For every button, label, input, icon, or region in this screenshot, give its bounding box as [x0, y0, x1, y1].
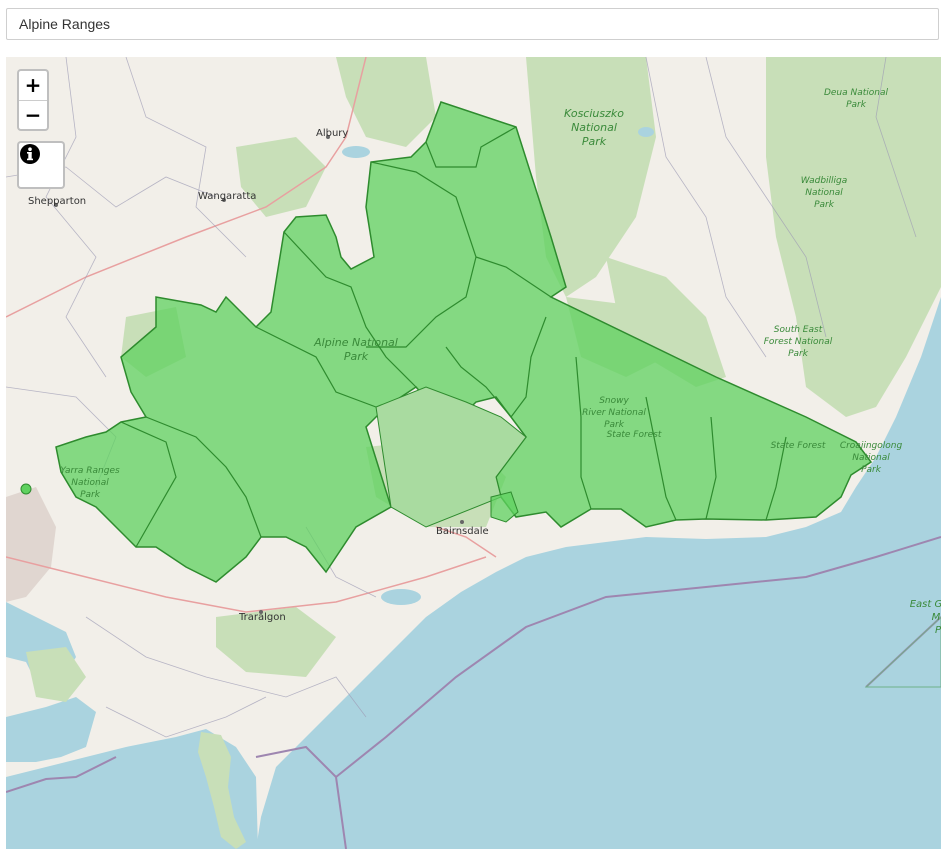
town-label-shepparton: Shepparton	[28, 196, 86, 207]
town-label-traralgon: Traralgon	[238, 612, 286, 623]
minus-icon: −	[24, 103, 42, 127]
svg-text:Wadbilliga: Wadbilliga	[801, 176, 848, 186]
info-button[interactable]	[17, 141, 65, 189]
svg-text:Snowy: Snowy	[599, 396, 629, 406]
small-park-fragment	[20, 483, 32, 495]
region-title-field[interactable]: Alpine Ranges	[6, 8, 939, 40]
gippsland-lakes	[381, 589, 421, 605]
svg-text:Park: Park	[80, 490, 101, 500]
svg-text:M: M	[932, 612, 941, 623]
zoom-control: + −	[17, 69, 49, 131]
svg-text:South East: South East	[774, 325, 823, 335]
svg-text:Kosciuszko: Kosciuszko	[564, 107, 624, 120]
svg-text:Deua National: Deua National	[824, 88, 889, 98]
map-view[interactable]: Albury Wangaratta Shepparton Bairnsdale …	[6, 57, 941, 849]
svg-text:Park: Park	[344, 350, 369, 363]
info-icon	[20, 144, 40, 164]
svg-text:P: P	[935, 625, 941, 636]
svg-text:Forest National: Forest National	[764, 337, 833, 347]
svg-text:National: National	[571, 121, 617, 134]
lake-blowering	[638, 127, 654, 137]
lake-hume	[342, 146, 370, 158]
park-label-state-forest-2: State Forest	[771, 441, 826, 451]
svg-text:Alpine National: Alpine National	[313, 336, 398, 349]
map-canvas[interactable]: Albury Wangaratta Shepparton Bairnsdale …	[6, 57, 941, 849]
svg-text:Park: Park	[582, 135, 607, 148]
svg-text:East G: East G	[910, 599, 941, 610]
svg-text:Park: Park	[604, 420, 625, 430]
svg-text:Park: Park	[788, 349, 809, 359]
svg-text:National: National	[805, 188, 843, 198]
svg-text:Park: Park	[846, 100, 867, 110]
town-label-albury: Albury	[316, 128, 348, 139]
svg-text:National: National	[71, 478, 109, 488]
marine-park-outline	[864, 616, 941, 688]
zoom-in-button[interactable]: +	[19, 71, 47, 101]
svg-text:Park: Park	[861, 465, 882, 475]
town-label-bairnsdale: Bairnsdale	[436, 526, 489, 537]
town-label-wangaratta: Wangaratta	[198, 191, 256, 202]
svg-text:Park: Park	[814, 200, 835, 210]
svg-text:Yarra Ranges: Yarra Ranges	[60, 466, 120, 476]
park-label-state-forest-1: State Forest	[607, 430, 662, 440]
svg-text:Croajingolong: Croajingolong	[840, 441, 903, 451]
svg-text:National: National	[852, 453, 890, 463]
zoom-out-button[interactable]: −	[19, 101, 47, 129]
svg-text:River National: River National	[582, 408, 646, 418]
plus-icon: +	[24, 73, 42, 97]
